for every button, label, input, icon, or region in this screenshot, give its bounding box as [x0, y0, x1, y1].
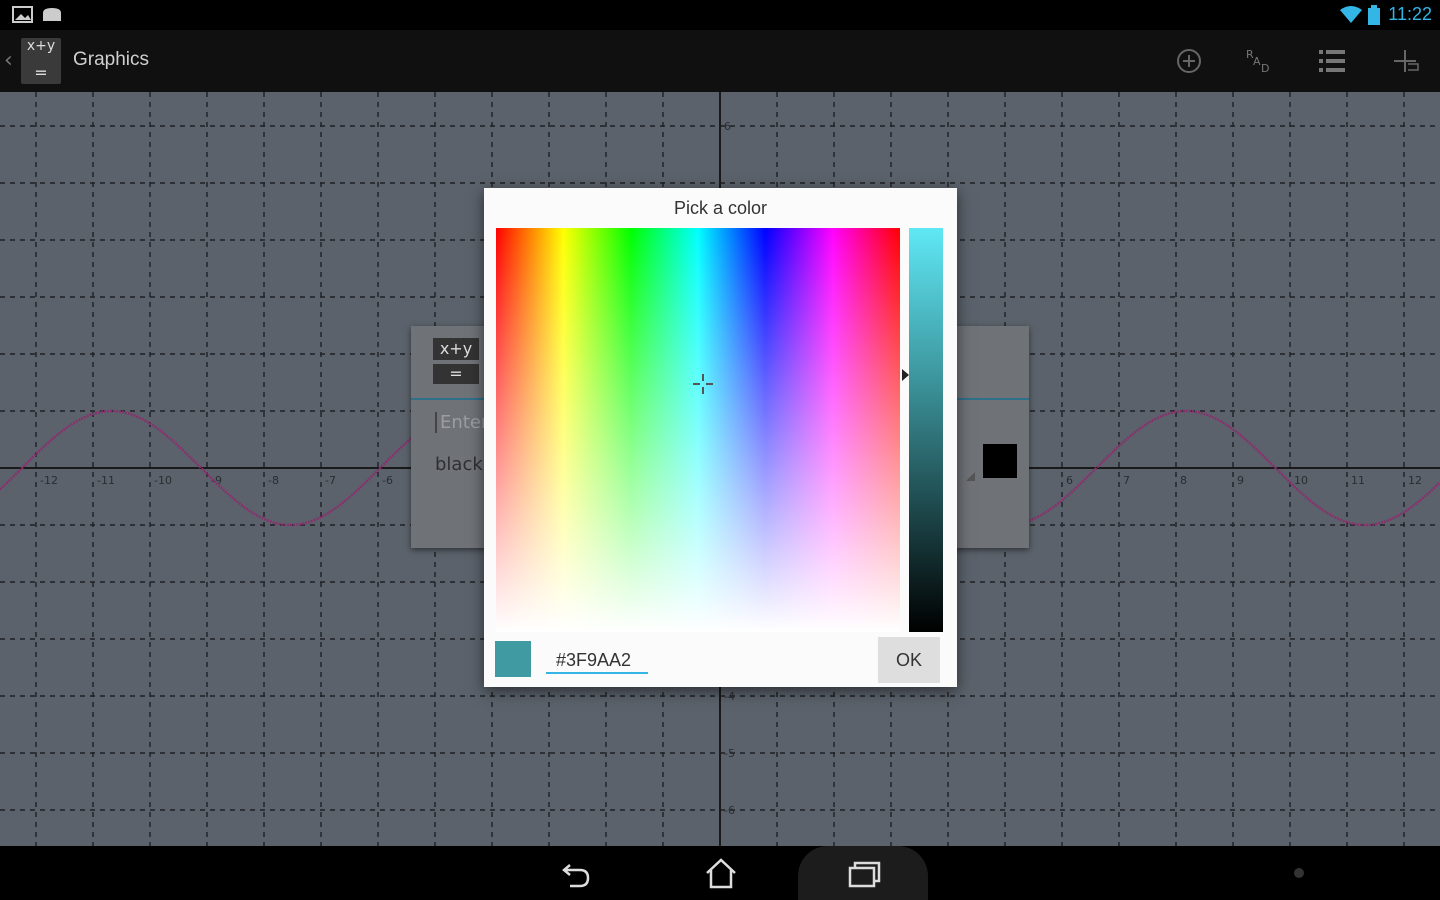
- color-name-label: black: [435, 454, 483, 475]
- action-bar: ‹ x+y = Graphics R A D: [0, 30, 1440, 92]
- keyboard-toggle[interactable]: x+y =: [433, 338, 479, 384]
- status-bar: 11:22: [0, 0, 1440, 30]
- x-tick-label: -11: [97, 474, 115, 487]
- android-notification-icon: [43, 8, 61, 21]
- x-tick-label: 6: [1066, 474, 1073, 487]
- x-tick-label: -7: [325, 474, 336, 487]
- x-tick-label: 12: [1408, 474, 1422, 487]
- x-tick-label: -6: [382, 474, 393, 487]
- color-preview-swatch: [495, 641, 531, 677]
- dialog-title: Pick a color: [673, 198, 768, 218]
- add-circle-icon[interactable]: [1172, 44, 1206, 78]
- color-picker-dialog: Pick a color #3F9AA2 OK: [484, 188, 957, 687]
- x-tick-label: 11: [1351, 474, 1365, 487]
- menu-dot-icon[interactable]: [1294, 868, 1304, 878]
- y-tick-label: -5: [724, 747, 735, 760]
- svg-text:D: D: [1261, 62, 1269, 75]
- keyboard-toggle-bottom: =: [433, 364, 479, 384]
- battery-icon: [1368, 5, 1380, 25]
- svg-text:A: A: [1253, 55, 1261, 68]
- x-tick-label: -12: [40, 474, 58, 487]
- x-tick-label: -10: [154, 474, 172, 487]
- recent-apps-icon[interactable]: [844, 856, 884, 892]
- page-title: Graphics: [73, 49, 150, 70]
- expression-input[interactable]: Enter: [435, 412, 488, 433]
- x-tick-label: 10: [1294, 474, 1308, 487]
- x-tick-label: 8: [1180, 474, 1187, 487]
- clock: 11:22: [1388, 4, 1432, 24]
- up-caret-icon[interactable]: ‹: [4, 48, 13, 73]
- hue-saturation-picker[interactable]: [496, 228, 900, 632]
- ok-button[interactable]: OK: [878, 637, 940, 683]
- y-tick-label: -4: [724, 690, 735, 703]
- wifi-icon: [1340, 6, 1362, 23]
- back-icon[interactable]: [556, 856, 596, 892]
- brightness-slider[interactable]: [909, 228, 943, 632]
- x-tick-label: 9: [1237, 474, 1244, 487]
- dropdown-corner-icon: [966, 472, 975, 481]
- home-icon[interactable]: [701, 856, 741, 892]
- app-logo[interactable]: x+y =: [21, 38, 61, 84]
- rad-mode-icon[interactable]: R A D: [1243, 44, 1277, 78]
- color-swatch-button[interactable]: [983, 444, 1017, 478]
- x-tick-label: -13: [0, 474, 1, 487]
- y-tick-label: -6: [724, 804, 735, 817]
- keyboard-toggle-top: x+y: [433, 338, 479, 360]
- x-tick-label: 7: [1123, 474, 1130, 487]
- hex-color-input[interactable]: #3F9AA2: [546, 638, 648, 674]
- add-icon[interactable]: [1388, 44, 1422, 78]
- app-logo-bottom: =: [34, 63, 48, 82]
- brightness-slider-handle[interactable]: [902, 369, 909, 381]
- gallery-notification-icon: [12, 6, 33, 23]
- navigation-bar: [0, 846, 1440, 900]
- list-icon[interactable]: [1315, 44, 1349, 78]
- crosshair-icon[interactable]: [691, 372, 715, 396]
- x-tick-label: -8: [268, 474, 279, 487]
- y-tick-label: 6: [724, 120, 731, 133]
- app-logo-top: x+y: [26, 38, 56, 54]
